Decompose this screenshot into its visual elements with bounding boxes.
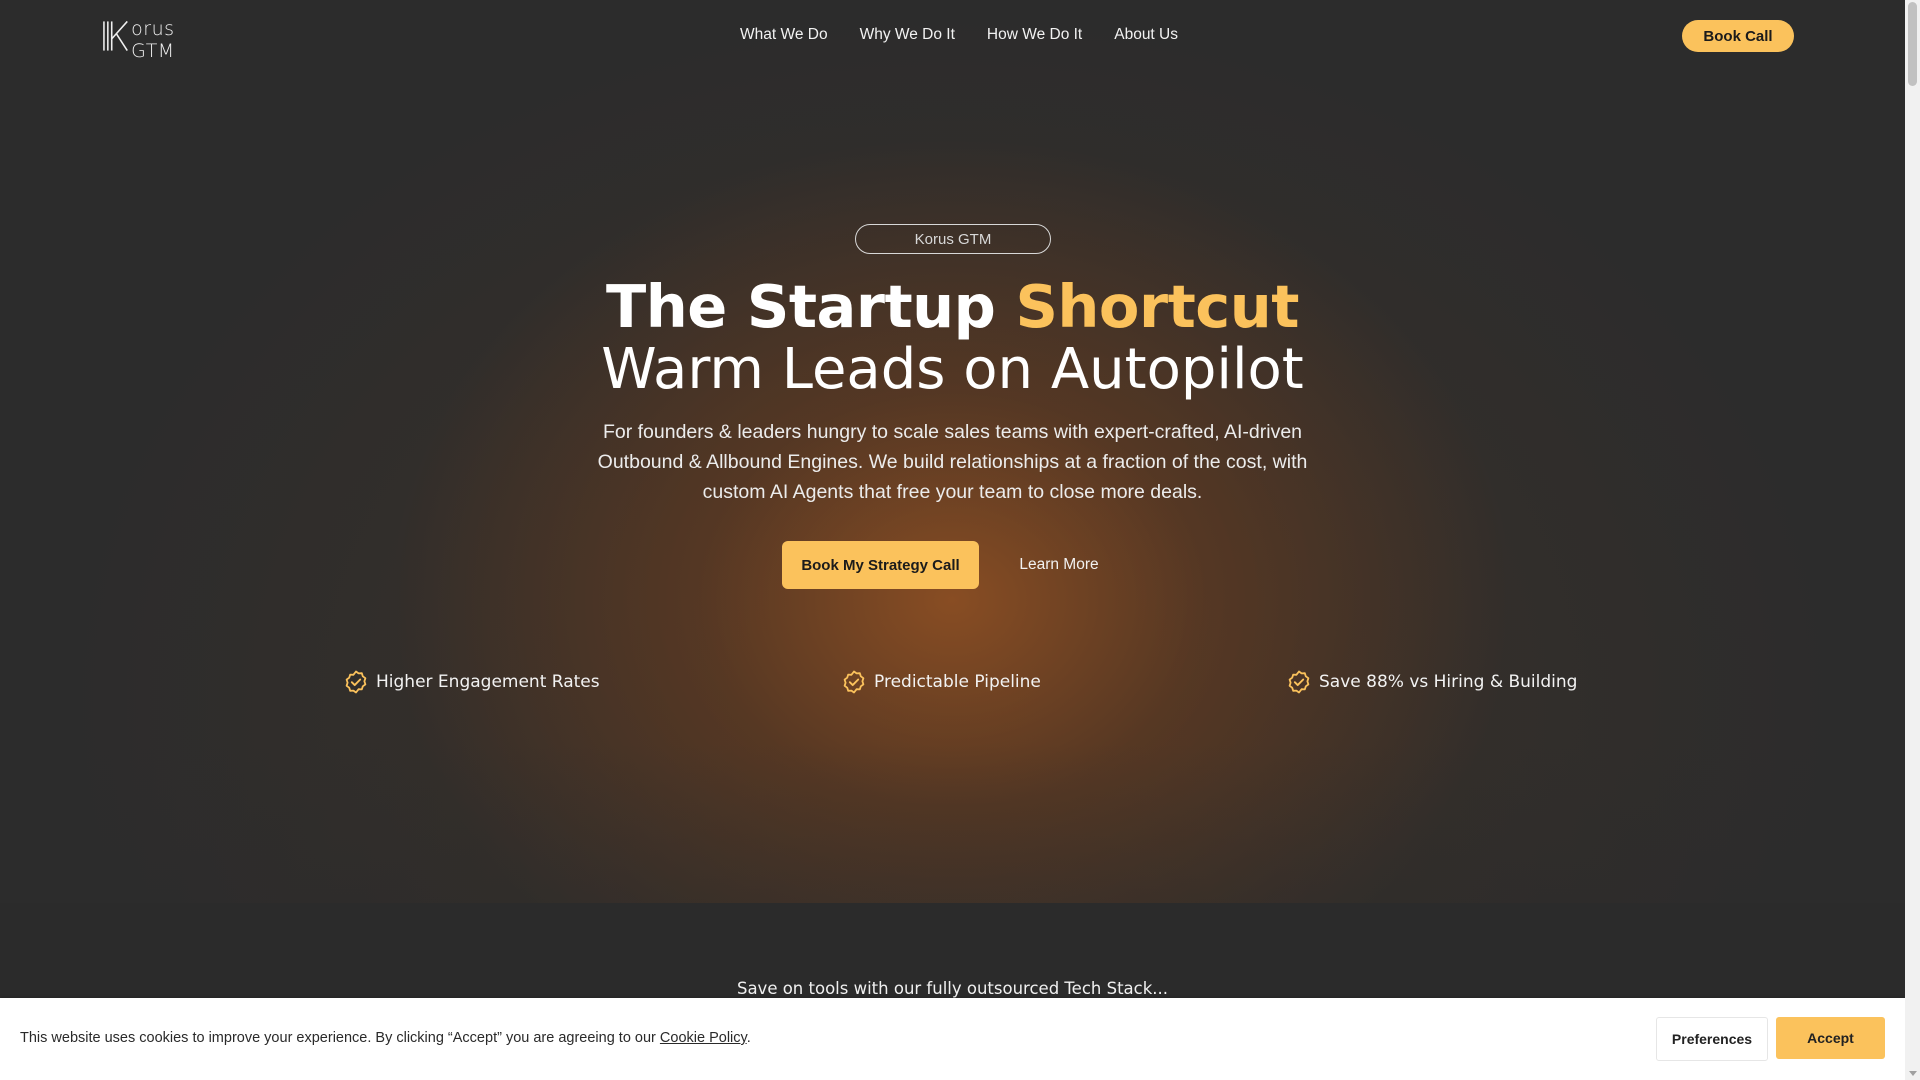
hero-subtitle: Warm Leads on Autopilot — [601, 337, 1304, 402]
hero-pill-label: Korus GTM — [855, 224, 1051, 254]
cookie-message: This website uses cookies to improve you… — [20, 1030, 751, 1046]
nav-how-we-do-it[interactable]: How We Do It — [987, 26, 1082, 44]
cookie-text: This website uses cookies to improve you… — [20, 1030, 660, 1046]
feature-label: Predictable Pipeline — [874, 672, 1041, 692]
page-scrollbar[interactable] — [1905, 0, 1920, 1080]
scroll-down-arrow-icon[interactable] — [1909, 1071, 1917, 1076]
main-nav: What We Do Why We Do It How We Do It Abo… — [740, 26, 1210, 44]
verified-badge-icon — [843, 670, 865, 694]
logo-mark-icon — [103, 20, 128, 52]
cookie-policy-link[interactable]: Cookie Policy — [660, 1030, 747, 1046]
verified-badge-icon — [345, 670, 367, 694]
scrollbar-thumb[interactable] — [1908, 2, 1917, 86]
accept-button[interactable]: Accept — [1776, 1017, 1885, 1059]
nav-why-we-do-it[interactable]: Why We Do It — [860, 26, 955, 44]
feature-item: Higher Engagement Rates — [344, 669, 600, 695]
page-viewport: orus GTM What We Do Why We Do It How We … — [0, 0, 1905, 1080]
book-call-button[interactable]: Book Call — [1682, 20, 1794, 52]
feature-label: Higher Engagement Rates — [376, 672, 600, 692]
learn-more-link[interactable]: Learn More — [1000, 541, 1118, 589]
nav-about-us[interactable]: About Us — [1114, 26, 1178, 44]
cookie-banner: This website uses cookies to improve you… — [0, 998, 1905, 1080]
hero-title-plain: The Startup — [606, 272, 1016, 341]
feature-item: Save 88% vs Hiring & Building — [1287, 669, 1577, 695]
feature-item: Predictable Pipeline — [842, 669, 1041, 695]
cookie-text-end: . — [746, 1030, 751, 1046]
nav-what-we-do[interactable]: What We Do — [740, 26, 828, 44]
hero-description: For founders & leaders hungry to scale s… — [597, 421, 1308, 503]
brand-logo[interactable]: orus GTM — [102, 18, 222, 62]
preferences-button[interactable]: Preferences — [1656, 1017, 1768, 1061]
book-strategy-call-button[interactable]: Book My Strategy Call — [782, 541, 979, 589]
hero-title-accent: Shortcut — [1015, 272, 1299, 341]
tech-stack-heading: Save on tools with our fully outsourced … — [736, 979, 1169, 998]
logo-text: orus GTM — [131, 18, 175, 62]
verified-badge-icon — [1288, 670, 1310, 694]
feature-label: Save 88% vs Hiring & Building — [1319, 672, 1578, 692]
